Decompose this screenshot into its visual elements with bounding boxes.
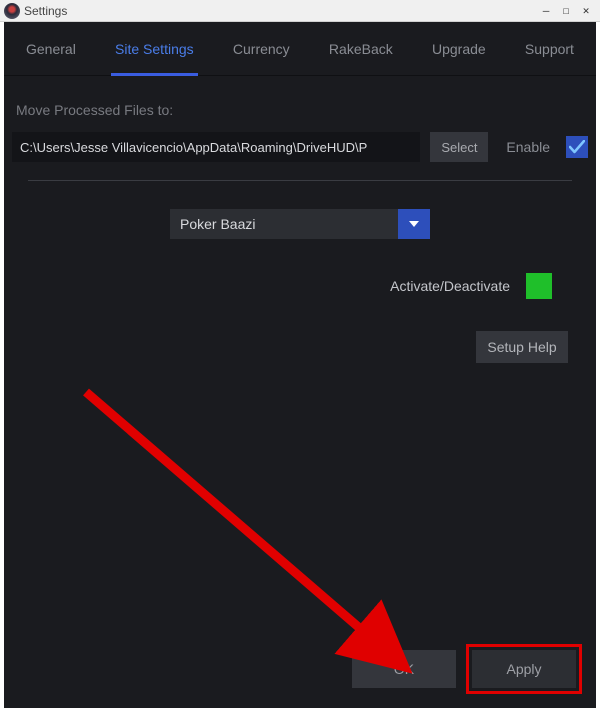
move-files-path-input[interactable] [12,132,420,162]
enable-label: Enable [506,139,550,155]
select-folder-button[interactable]: Select [430,132,488,162]
tabs-bar: General Site Settings Currency RakeBack … [4,22,596,76]
settings-window: Settings — ☐ ✕ General Site Settings Cur… [0,0,600,712]
setup-help-row: Setup Help [12,331,588,363]
maximize-button[interactable]: ☐ [556,3,576,19]
site-dropdown-row: Poker Baazi [12,209,588,239]
titlebar: Settings — ☐ ✕ [0,0,600,22]
tab-support[interactable]: Support [513,22,586,76]
move-files-label: Move Processed Files to: [16,102,588,118]
divider [28,180,572,181]
site-settings-panel: Move Processed Files to: Select Enable P… [4,76,596,708]
activate-toggle[interactable] [526,273,552,299]
site-dropdown[interactable]: Poker Baazi [170,209,430,239]
tab-site-settings[interactable]: Site Settings [103,22,206,76]
window-title: Settings [24,4,536,18]
setup-help-button[interactable]: Setup Help [476,331,568,363]
app-icon [4,3,20,19]
tab-upgrade[interactable]: Upgrade [420,22,498,76]
tab-general[interactable]: General [14,22,88,76]
dialog-footer: OK Apply [352,650,576,688]
move-files-row: Select Enable [12,132,588,162]
chevron-down-icon [409,221,419,227]
window-controls: — ☐ ✕ [536,3,596,19]
tab-rakeback[interactable]: RakeBack [317,22,405,76]
content-area: General Site Settings Currency RakeBack … [4,22,596,708]
activate-label: Activate/Deactivate [390,278,510,294]
site-dropdown-arrow-button[interactable] [398,209,430,239]
enable-checkbox[interactable] [566,136,588,158]
apply-button[interactable]: Apply [472,650,576,688]
checkmark-icon [569,140,585,154]
site-dropdown-value: Poker Baazi [170,209,398,239]
minimize-button[interactable]: — [536,3,556,19]
activate-row: Activate/Deactivate [12,273,588,299]
ok-button[interactable]: OK [352,650,456,688]
annotation-arrow [80,386,420,686]
close-button[interactable]: ✕ [576,3,596,19]
tab-currency[interactable]: Currency [221,22,302,76]
